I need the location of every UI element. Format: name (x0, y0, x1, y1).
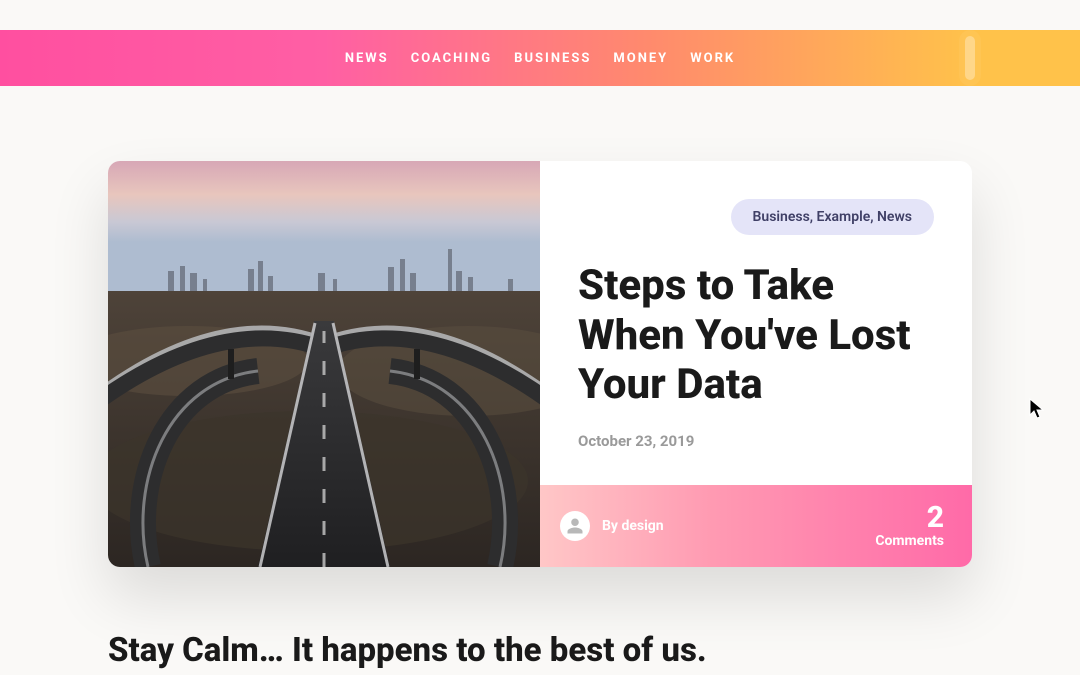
post-title[interactable]: Steps to Take When You've Lost Your Data (578, 261, 934, 410)
nav-item-news[interactable]: NEWS (345, 51, 389, 66)
post-categories-pill[interactable]: Business, Example, News (731, 199, 935, 235)
comments-count: 2 (875, 503, 944, 533)
featured-image-svg (108, 161, 540, 567)
post-author[interactable]: By design (560, 511, 664, 541)
nav-item-coaching[interactable]: COACHING (411, 51, 492, 66)
top-nav-bar: NEWS COACHING BUSINESS MONEY WORK (0, 30, 1080, 86)
nav-item-money[interactable]: MONEY (613, 51, 668, 66)
post-card: Business, Example, News Steps to Take Wh… (108, 161, 972, 567)
primary-nav: NEWS COACHING BUSINESS MONEY WORK (345, 51, 735, 66)
user-icon (566, 517, 584, 535)
avatar (560, 511, 590, 541)
post-date: October 23, 2019 (578, 432, 934, 450)
post-featured-image (108, 161, 540, 567)
post-author-label: By design (602, 518, 664, 534)
post-footer: By design 2 Comments (540, 485, 972, 567)
nav-item-business[interactable]: BUSINESS (514, 51, 591, 66)
nav-item-work[interactable]: WORK (690, 51, 735, 66)
post-comments[interactable]: 2 Comments (875, 503, 944, 549)
comments-label: Comments (875, 533, 944, 549)
section-heading: Stay Calm… It happens to the best of us. (0, 567, 1080, 670)
